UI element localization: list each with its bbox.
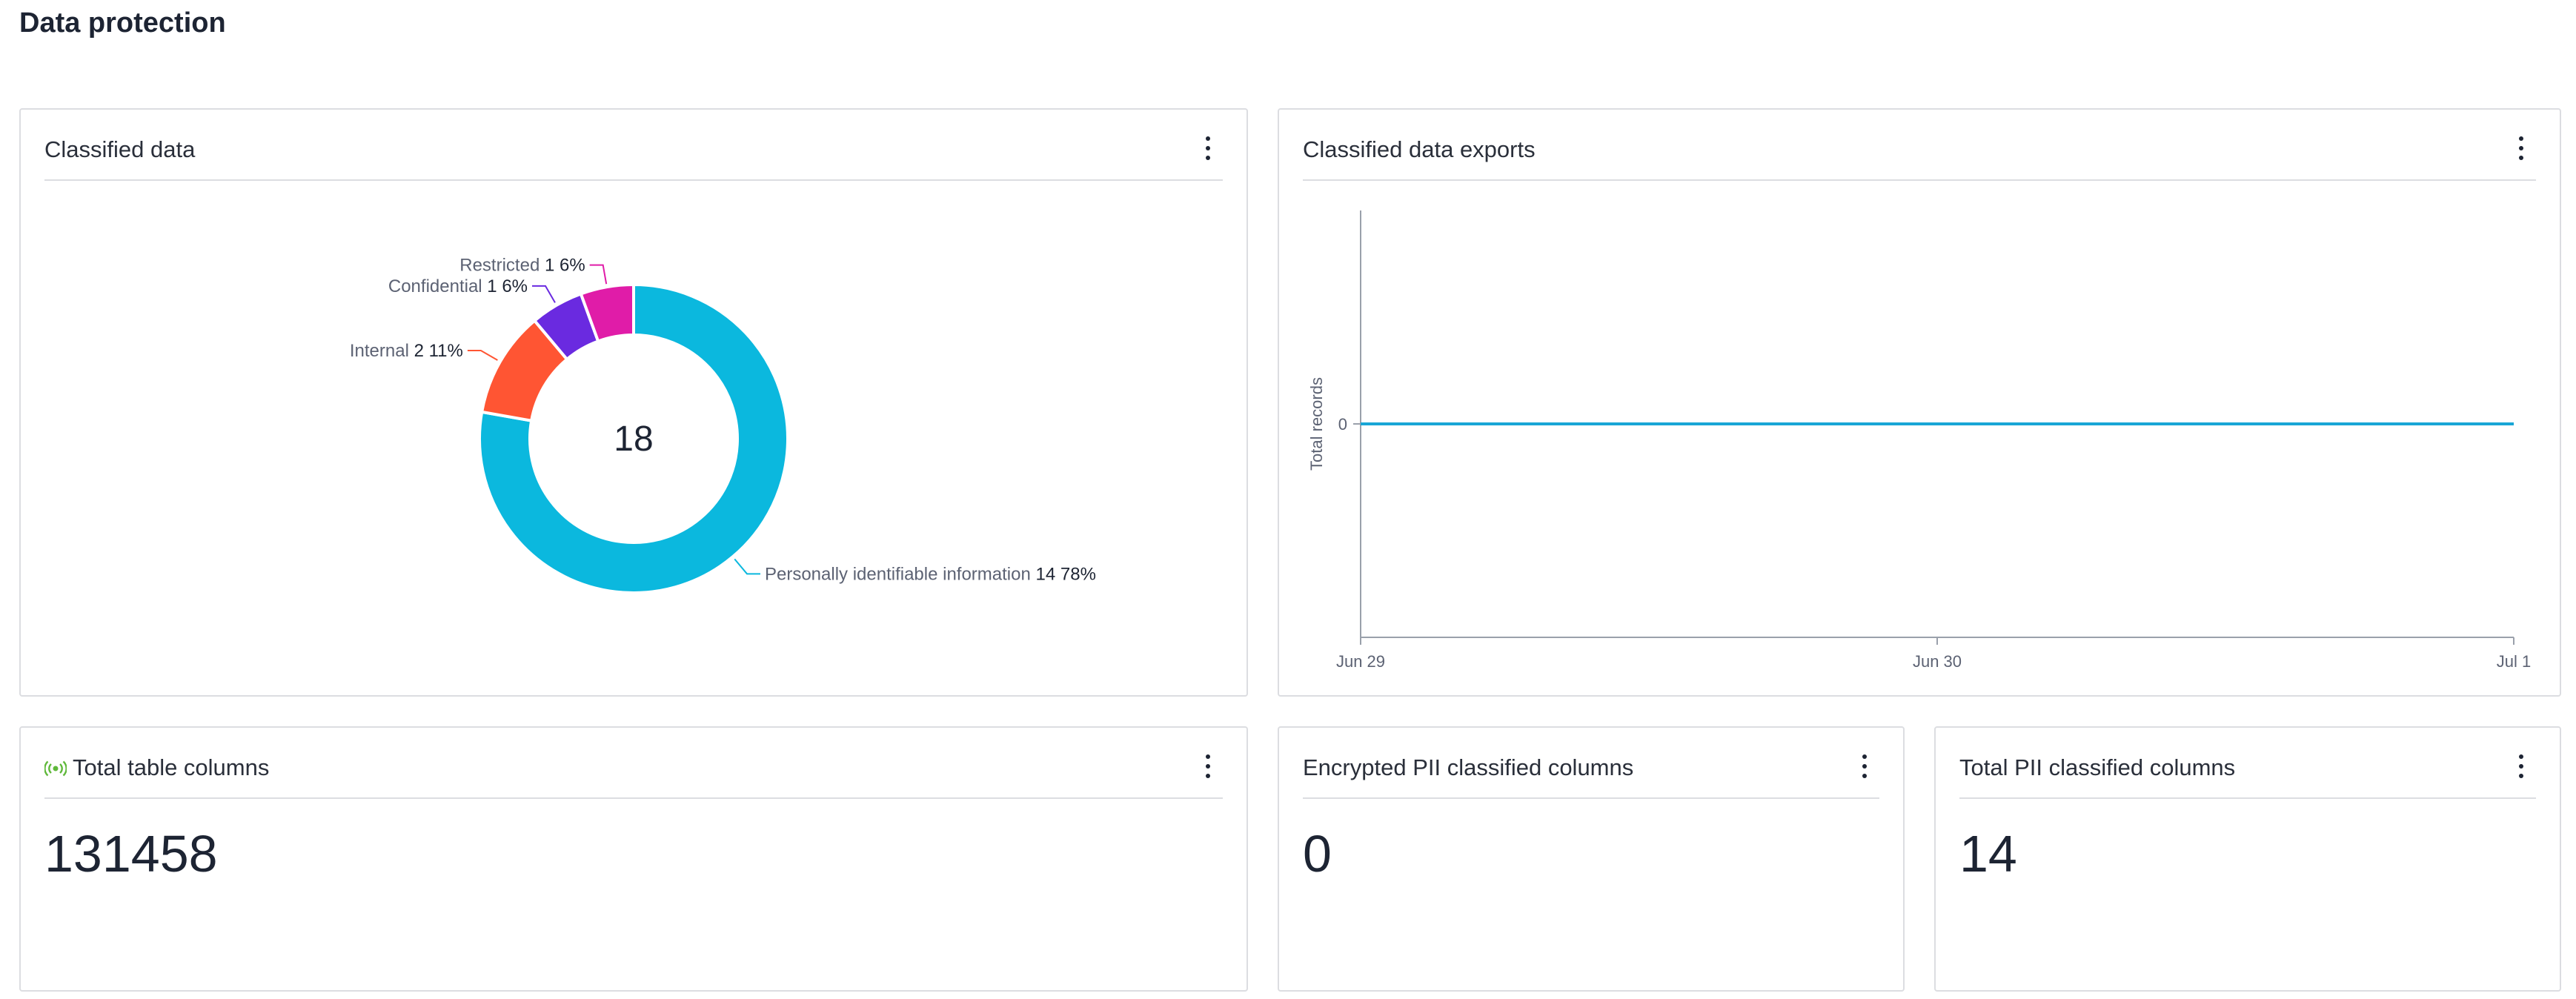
donut-leader-line [589, 264, 608, 285]
card-header: Total PII classified columns [1959, 728, 2536, 799]
x-tick-label: Jul 1 [2497, 652, 2531, 671]
more-vertical-icon[interactable] [1199, 136, 1217, 160]
donut-slice-label: Restricted 1 6% [459, 256, 585, 276]
more-vertical-icon[interactable] [2512, 754, 2530, 778]
card-header: Total table columns [44, 728, 1223, 799]
page-title: Data protection [19, 7, 226, 39]
metric-value: 131458 [44, 825, 218, 883]
donut-center-total: 18 [614, 419, 653, 459]
live-signal-icon [44, 756, 67, 783]
line-chart: 0 Total records Jun 29 Jun 30 Jul 1 [1307, 210, 2531, 671]
total-pii-card: Total PII classified columns 14 [1934, 726, 2561, 992]
x-tick-label: Jun 30 [1913, 652, 1962, 671]
classified-data-exports-card: Classified data exports 0 Total records Ju… [1278, 108, 2561, 697]
card-header: Encrypted PII classified columns [1303, 728, 1879, 799]
donut-leader-line [734, 558, 760, 575]
card-title: Classified data [44, 136, 196, 162]
donut-slice-label: Confidential 1 6% [388, 276, 528, 296]
donut-chart: Personally identifiable information 14 7… [350, 256, 1096, 594]
more-vertical-icon[interactable] [1199, 754, 1217, 778]
donut-slice-label: Internal 2 11% [350, 341, 463, 361]
classified-data-card: Classified data Personally identifiable … [19, 108, 1248, 697]
donut-leader-line [467, 350, 498, 361]
card-header: Classified data [44, 110, 1223, 181]
metric-value: 14 [1959, 825, 2017, 883]
more-vertical-icon[interactable] [1856, 754, 1873, 778]
card-header: Classified data exports [1303, 110, 2536, 181]
card-title-text: Total table columns [73, 754, 270, 780]
total-table-columns-card: Total table columns 131458 [19, 726, 1248, 992]
y-axis-label: Total records [1307, 377, 1326, 471]
x-tick-label: Jun 29 [1336, 652, 1385, 671]
encrypted-pii-card: Encrypted PII classified columns 0 [1278, 726, 1905, 992]
metric-value: 0 [1303, 825, 1332, 883]
donut-leader-line [532, 285, 556, 303]
y-tick-label: 0 [1338, 415, 1347, 434]
more-vertical-icon[interactable] [2512, 136, 2530, 160]
card-title: Encrypted PII classified columns [1303, 754, 1634, 780]
card-title: Classified data exports [1303, 136, 1536, 162]
card-title: Total table columns [44, 754, 269, 783]
card-title: Total PII classified columns [1959, 754, 2236, 780]
donut-slice-label: Personally identifiable information 14 7… [765, 564, 1096, 584]
